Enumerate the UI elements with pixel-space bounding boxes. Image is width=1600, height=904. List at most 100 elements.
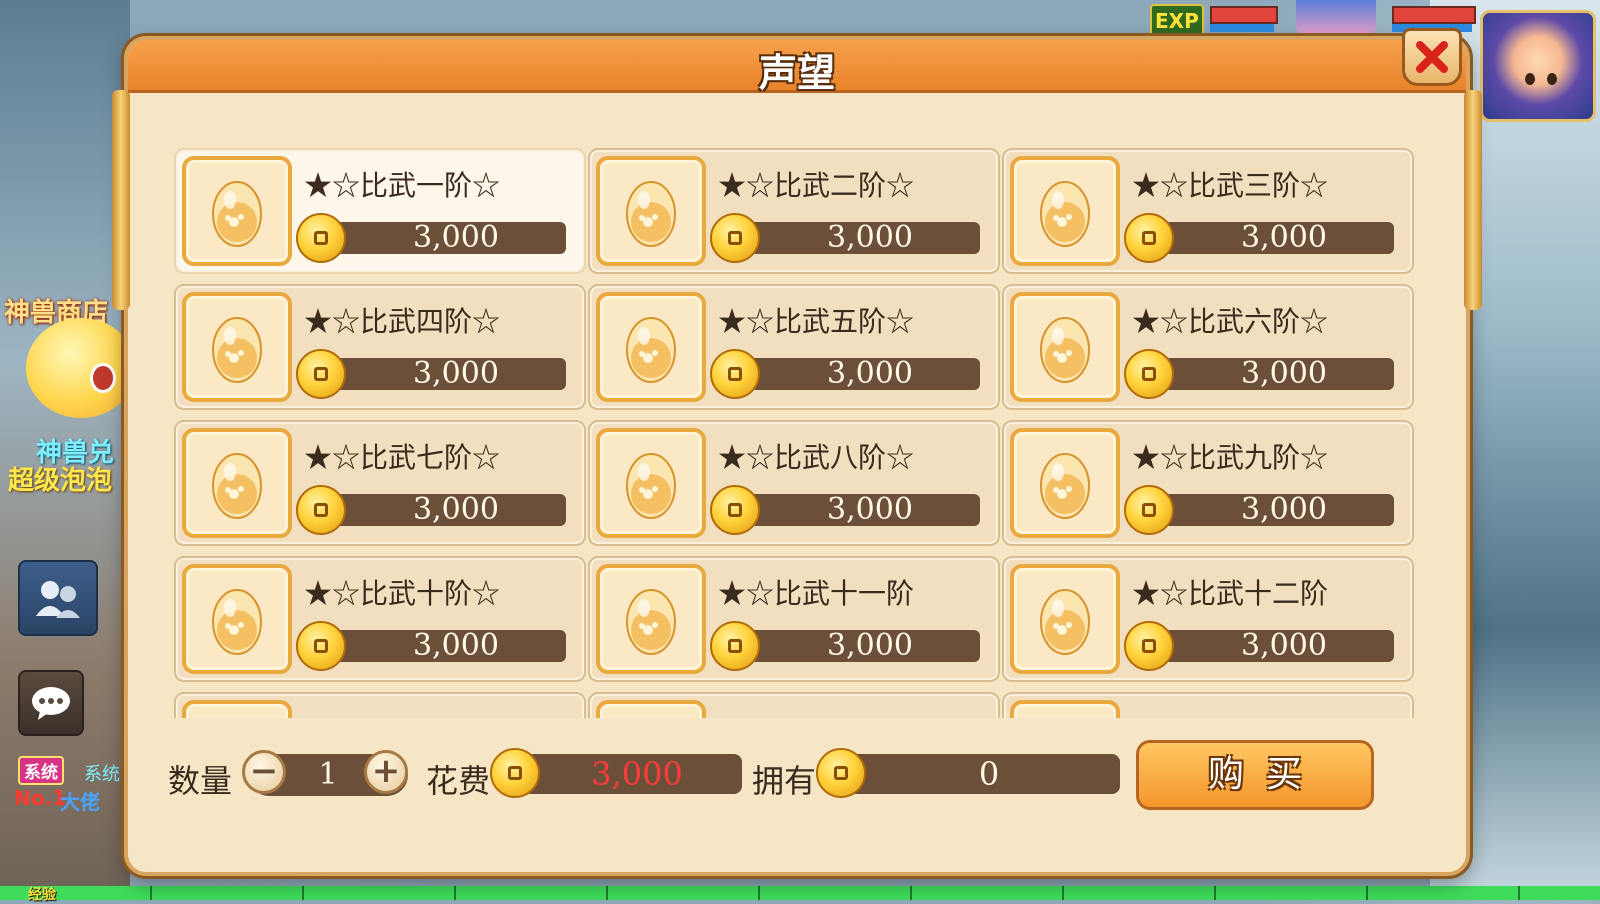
egg-icon — [212, 453, 262, 519]
system-channel-text: 系统 — [84, 764, 120, 785]
egg-icon — [186, 704, 288, 718]
item-name: ★☆比武十二阶 — [1132, 577, 1329, 608]
gold-coin-icon — [296, 621, 346, 671]
shop-item-card[interactable]: ★☆比武八阶☆ 3,000 — [588, 420, 1000, 546]
chat-bubble-icon — [32, 687, 70, 720]
egg-icon — [212, 589, 262, 655]
item-name: ★☆比武二阶☆ — [718, 169, 915, 200]
shop-item-card[interactable]: ★☆比武二阶☆ 3,000 — [588, 148, 1000, 274]
item-price: 3,000 — [827, 492, 913, 527]
item-name — [304, 708, 580, 718]
shop-item-card[interactable]: ★☆比武六阶☆ 3,000 — [1002, 284, 1414, 410]
item-icon-frame — [596, 700, 706, 718]
shop-item-card[interactable]: ★☆比武七阶☆ 3,000 — [174, 420, 586, 546]
item-price-field: 3,000 — [740, 630, 980, 662]
gold-coin-icon — [710, 621, 760, 671]
shop-item-card[interactable]: ★☆比武十二阶 3,000 — [1002, 556, 1414, 682]
item-name — [718, 708, 994, 718]
item-icon-frame — [182, 564, 292, 674]
item-name: ★☆比武五阶☆ — [718, 305, 915, 336]
item-icon-frame — [596, 564, 706, 674]
shop-item-card[interactable]: ★☆比武九阶☆ 3,000 — [1002, 420, 1414, 546]
reputation-shop-dialog: 声望 ★☆比武一阶☆ 3,000 ★☆比武二阶☆ 3,000 ★☆比武三阶☆ 3… — [112, 36, 1482, 876]
shop-item-card[interactable]: ★☆比武十一阶 3,000 — [588, 556, 1000, 682]
dialog-title: 声望 — [758, 51, 835, 95]
mp-bar — [1210, 24, 1274, 32]
item-icon-frame — [1010, 292, 1120, 402]
shop-item-card[interactable]: ★☆比武十阶☆ 3,000 — [174, 556, 586, 682]
pet-portrait[interactable] — [1296, 0, 1376, 36]
experience-bar — [0, 886, 1600, 900]
shop-item-card[interactable]: ★☆比武五阶☆ 3,000 — [588, 284, 1000, 410]
pet-shop-mascot-icon[interactable] — [26, 318, 136, 418]
buy-button[interactable]: 购买 — [1136, 740, 1374, 810]
item-grid[interactable]: ★☆比武一阶☆ 3,000 ★☆比武二阶☆ 3,000 ★☆比武三阶☆ 3,00… — [174, 148, 1414, 718]
gold-coin-icon — [1124, 621, 1174, 671]
item-price: 3,000 — [413, 220, 499, 255]
gold-coin-icon — [1124, 349, 1174, 399]
item-price: 3,000 — [827, 628, 913, 663]
gold-coin-icon — [816, 748, 866, 798]
item-price-field: 3,000 — [1154, 358, 1394, 390]
shop-item-card[interactable] — [174, 692, 586, 718]
item-price-field: 3,000 — [326, 358, 566, 390]
side-promo-text-2[interactable]: 超级泡泡 — [8, 460, 132, 497]
friends-button[interactable] — [18, 560, 98, 636]
item-price: 3,000 — [1241, 628, 1327, 663]
item-price-field: 3,000 — [326, 494, 566, 526]
owned-label: 拥有 — [752, 762, 817, 800]
item-name: ★☆比武十一阶 — [718, 577, 915, 608]
chat-button[interactable] — [18, 670, 84, 736]
friends-icon — [36, 581, 80, 618]
egg-icon — [626, 453, 676, 519]
shop-item-card[interactable] — [1002, 692, 1414, 718]
item-price: 3,000 — [1241, 356, 1327, 391]
item-price-field: 3,000 — [740, 222, 980, 254]
player-hp-bar — [1392, 6, 1476, 24]
quantity-value[interactable]: 1 — [288, 754, 368, 796]
gold-coin-icon — [296, 485, 346, 535]
item-price: 3,000 — [1241, 492, 1327, 527]
owned-field: 0 — [828, 754, 1120, 794]
item-name: ★☆比武九阶☆ — [1132, 441, 1329, 472]
gold-coin-icon — [490, 748, 540, 798]
egg-icon — [1040, 453, 1090, 519]
rank-text-2: 大佬 — [60, 790, 100, 814]
item-name: ★☆比武十阶☆ — [304, 577, 501, 608]
item-icon-frame — [596, 156, 706, 266]
quantity-label: 数量 — [168, 762, 233, 800]
increase-button[interactable]: + — [364, 750, 408, 794]
egg-icon — [600, 704, 702, 718]
player-avatar[interactable] — [1480, 10, 1596, 122]
item-icon-frame — [1010, 428, 1120, 538]
item-icon-frame — [182, 156, 292, 266]
lantern-decoration — [112, 90, 130, 310]
shop-item-card[interactable]: ★☆比武三阶☆ 3,000 — [1002, 148, 1414, 274]
item-price-field: 3,000 — [740, 358, 980, 390]
item-name: ★☆比武一阶☆ — [304, 169, 501, 200]
item-price: 3,000 — [827, 220, 913, 255]
item-price: 3,000 — [413, 492, 499, 527]
item-name: ★☆比武八阶☆ — [718, 441, 915, 472]
avatar-eye-icon — [1547, 73, 1557, 85]
cost-value: 3,000 — [591, 755, 683, 793]
shop-item-card[interactable] — [588, 692, 1000, 718]
item-icon-frame — [1010, 156, 1120, 266]
close-button[interactable] — [1402, 28, 1462, 86]
gold-coin-icon — [710, 349, 760, 399]
shop-item-card[interactable]: ★☆比武一阶☆ 3,000 — [174, 148, 586, 274]
decrease-button[interactable]: − — [242, 750, 286, 794]
cost-label: 花费 — [426, 762, 491, 800]
item-icon-frame — [1010, 564, 1120, 674]
shop-item-card[interactable]: ★☆比武四阶☆ 3,000 — [174, 284, 586, 410]
item-price-field: 3,000 — [326, 630, 566, 662]
item-price-field: 3,000 — [326, 222, 566, 254]
egg-icon — [1040, 589, 1090, 655]
gold-coin-icon — [710, 485, 760, 535]
egg-icon — [626, 589, 676, 655]
item-icon-frame — [596, 428, 706, 538]
item-name: ★☆比武六阶☆ — [1132, 305, 1329, 336]
item-icon-frame — [182, 700, 292, 718]
gold-coin-icon — [1124, 485, 1174, 535]
item-name: ★☆比武四阶☆ — [304, 305, 501, 336]
